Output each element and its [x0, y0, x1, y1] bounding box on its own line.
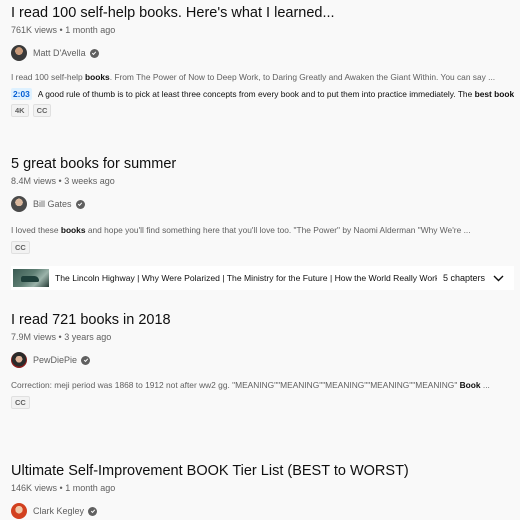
description-text: Correction: meji period was 1868 to 1912…: [11, 380, 460, 390]
badge-4k: 4K: [11, 104, 29, 117]
video-title[interactable]: Ultimate Self-Improvement BOOK Tier List…: [11, 462, 514, 480]
channel-avatar[interactable]: [11, 45, 27, 61]
description-highlight: books: [85, 72, 110, 82]
video-title[interactable]: 5 great books for summer: [11, 155, 514, 173]
verified-check-icon: [89, 48, 99, 58]
badge-row: 4K CC: [11, 104, 514, 117]
view-count: 7.9M views: [11, 332, 57, 342]
channel-name[interactable]: Bill Gates: [33, 199, 72, 209]
upload-age: 1 month ago: [65, 25, 116, 35]
meta-separator: •: [59, 25, 63, 35]
upload-age: 1 month ago: [65, 483, 116, 493]
badge-row: CC: [11, 241, 514, 254]
badge-row: CC: [11, 396, 514, 409]
video-title[interactable]: I read 100 self-help books. Here's what …: [11, 4, 514, 22]
video-meta: 8.4M views • 3 weeks ago: [11, 175, 514, 187]
view-count: 146K views: [11, 483, 58, 493]
meta-separator: •: [58, 176, 62, 186]
chapters-count: 5 chapters: [442, 273, 485, 283]
moment-timestamp[interactable]: 2:03: [11, 88, 32, 100]
video-result: I read 100 self-help books. Here's what …: [11, 4, 514, 117]
channel-avatar[interactable]: [11, 352, 27, 368]
view-count: 761K views: [11, 25, 58, 35]
video-description: Correction: meji period was 1868 to 1912…: [11, 379, 514, 391]
channel-row: Clark Kegley: [11, 503, 514, 519]
video-result: I read 721 books in 2018 7.9M views • 3 …: [11, 311, 514, 409]
chapters-bar[interactable]: The Lincoln Highway | Why Were Polarized…: [11, 266, 514, 290]
channel-avatar[interactable]: [11, 196, 27, 212]
video-result: 5 great books for summer 8.4M views • 3 …: [11, 155, 514, 254]
moment-text-plain: A good rule of thumb is to pick at least…: [37, 89, 475, 99]
meta-separator: •: [58, 332, 62, 342]
verified-check-icon: [75, 199, 85, 209]
channel-row: Matt D'Avella: [11, 45, 514, 61]
video-result: Ultimate Self-Improvement BOOK Tier List…: [11, 462, 514, 519]
description-text: and hope you'll find something here that…: [85, 225, 471, 235]
chapter-thumbnail: [13, 269, 49, 287]
view-count: 8.4M views: [11, 176, 57, 186]
moment-highlight: best book: [474, 89, 514, 99]
description-highlight: Book: [459, 380, 481, 390]
description-text: I loved these: [11, 225, 61, 235]
upload-age: 3 weeks ago: [64, 176, 115, 186]
channel-name[interactable]: Matt D'Avella: [33, 48, 86, 58]
chapters-list: The Lincoln Highway | Why Were Polarized…: [55, 273, 437, 283]
badge-cc: CC: [32, 104, 52, 117]
key-moment[interactable]: 2:03 A good rule of thumb is to pick at …: [11, 88, 514, 100]
channel-row: PewDiePie: [11, 352, 514, 368]
upload-age: 3 years ago: [64, 332, 112, 342]
badge-cc: CC: [11, 396, 30, 409]
video-description: I read 100 self-help books. From The Pow…: [11, 71, 514, 83]
channel-name[interactable]: Clark Kegley: [33, 506, 84, 516]
channel-name[interactable]: PewDiePie: [33, 355, 77, 365]
video-title[interactable]: I read 721 books in 2018: [11, 311, 514, 329]
description-text: ...: [480, 380, 490, 390]
description-text: I read 100 self-help: [11, 72, 86, 82]
verified-check-icon: [81, 355, 91, 365]
meta-separator: •: [59, 483, 63, 493]
channel-row: Bill Gates: [11, 196, 514, 212]
video-meta: 761K views • 1 month ago: [11, 24, 514, 36]
description-highlight: books: [60, 225, 86, 235]
channel-avatar[interactable]: [11, 503, 27, 519]
moment-text: A good rule of thumb is to pick at least…: [38, 89, 514, 99]
description-text: . From The Power of Now to Deep Work, to…: [109, 72, 496, 82]
verified-check-icon: [88, 506, 98, 516]
badge-cc: CC: [11, 241, 30, 254]
video-description: I loved these books and hope you'll find…: [11, 224, 514, 236]
video-meta: 7.9M views • 3 years ago: [11, 331, 514, 343]
chevron-down-icon[interactable]: [493, 275, 504, 282]
video-meta: 146K views • 1 month ago: [11, 482, 514, 494]
